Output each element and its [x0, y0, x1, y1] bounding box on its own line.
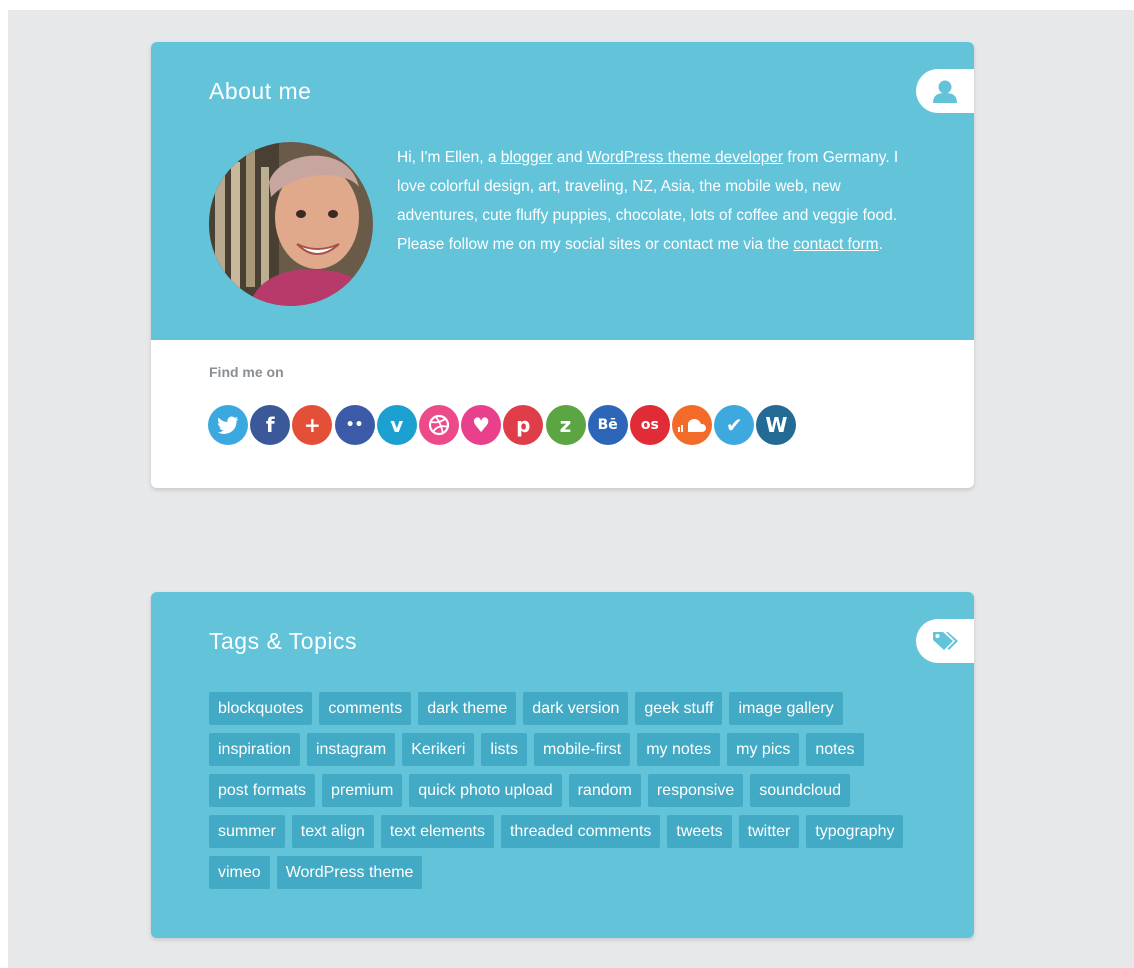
tag-icon [933, 632, 958, 650]
tag-item[interactable]: WordPress theme [276, 856, 423, 889]
tag-item[interactable]: vimeo [209, 856, 270, 889]
tag-item[interactable]: comments [319, 692, 412, 725]
pinterest-icon[interactable]: p [503, 405, 544, 445]
tag-item[interactable]: dark version [523, 692, 629, 725]
tag-item[interactable]: threaded comments [500, 815, 661, 848]
behance-icon[interactable]: Bē [587, 405, 628, 445]
avatar [209, 142, 373, 306]
tag-item[interactable]: inspiration [209, 733, 300, 766]
tag-item[interactable]: instagram [306, 733, 396, 766]
tags-topics-widget: Tags & Topics blockquotes comments dark th… [151, 592, 974, 938]
tag-item[interactable]: blockquotes [209, 692, 313, 725]
tags-topics-title: Tags & Topics [209, 628, 357, 654]
page-frame-top [0, 0, 1134, 10]
find-me-on-label: Find me on [209, 364, 284, 380]
tag-item[interactable]: geek stuff [635, 692, 723, 725]
dribbble-icon[interactable] [418, 405, 459, 445]
tag-item[interactable]: premium [322, 774, 403, 807]
user-badge [916, 69, 974, 113]
bio-text-part: Hi, I'm Ellen, a [397, 149, 501, 166]
tag-item[interactable]: soundcloud [750, 774, 851, 807]
tag-cloud: blockquotes comments dark theme dark versio… [209, 692, 929, 889]
blogger-link[interactable]: blogger [501, 149, 553, 166]
vimeo-icon[interactable]: v [376, 405, 417, 445]
flickr-icon[interactable]: •• [334, 405, 375, 445]
tag-item[interactable]: twitter [738, 815, 800, 848]
tag-item[interactable]: typography [806, 815, 904, 848]
tag-item[interactable]: tweets [667, 815, 732, 848]
tag-item[interactable]: responsive [647, 774, 744, 807]
tag-item[interactable]: my pics [727, 733, 800, 766]
bio-text-part: . [878, 236, 883, 253]
user-icon [933, 80, 957, 103]
wordpress-icon[interactable]: W [756, 405, 797, 445]
heart-icon[interactable]: ♥ [461, 405, 502, 445]
about-me-header: About me Hi, I'm Ellen, a blogger and Wo… [151, 42, 974, 340]
avatar-photo [209, 142, 373, 306]
tag-item[interactable]: mobile-first [533, 733, 631, 766]
tag-item[interactable]: notes [806, 733, 864, 766]
page-frame-left [0, 0, 8, 968]
tag-item[interactable]: lists [481, 733, 527, 766]
soundcloud-icon[interactable] [672, 405, 713, 445]
facebook-icon[interactable]: f [250, 405, 291, 445]
tag-item[interactable]: dark theme [418, 692, 517, 725]
tag-item[interactable]: text elements [380, 815, 494, 848]
about-me-title: About me [209, 78, 312, 104]
social-icons-row: f + •• v ♥ p z Bē os ✔ W [208, 405, 799, 445]
tag-item[interactable]: post formats [209, 774, 316, 807]
tag-item[interactable]: my notes [637, 733, 721, 766]
twitter-icon[interactable] [208, 405, 248, 445]
tag-item[interactable]: Kerikeri [402, 733, 475, 766]
tag-item[interactable]: random [568, 774, 641, 807]
bio-text: Hi, I'm Ellen, a blogger and WordPress t… [397, 143, 907, 259]
about-me-widget: About me Hi, I'm Ellen, a blogger and Wo… [151, 42, 974, 488]
lastfm-icon[interactable]: os [629, 405, 670, 445]
bio-text-part: and [552, 149, 587, 166]
wordpress-developer-link[interactable]: WordPress theme developer [587, 149, 783, 166]
tag-item[interactable]: image gallery [729, 692, 843, 725]
googleplus-icon[interactable]: + [292, 405, 333, 445]
zerply-icon[interactable]: z [545, 405, 586, 445]
tag-item[interactable]: summer [209, 815, 285, 848]
tag-badge [916, 619, 974, 663]
contact-form-link[interactable]: contact form [793, 236, 878, 253]
tag-item[interactable]: quick photo upload [409, 774, 562, 807]
tag-item[interactable]: text align [291, 815, 374, 848]
foursquare-icon[interactable]: ✔ [714, 405, 755, 445]
